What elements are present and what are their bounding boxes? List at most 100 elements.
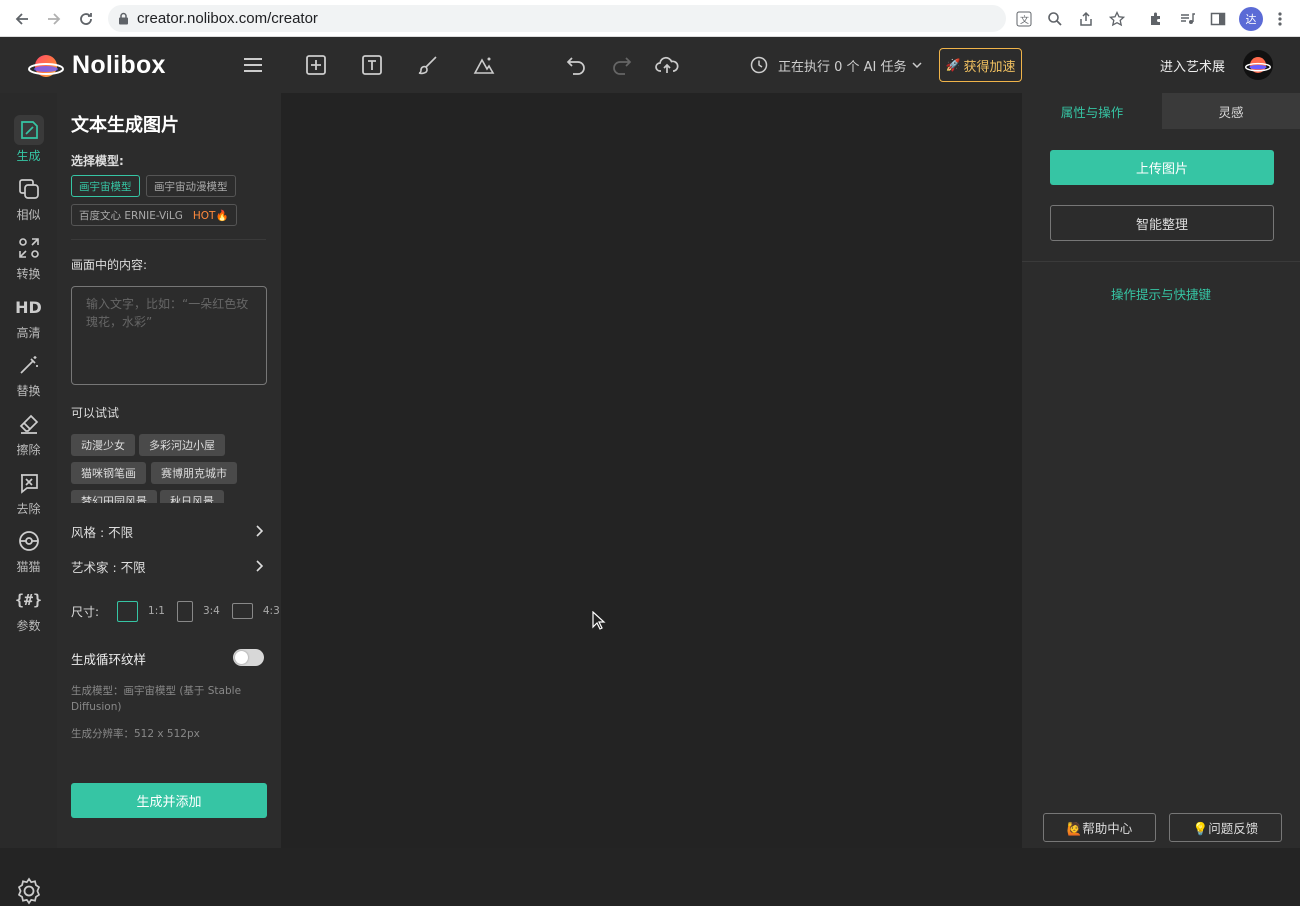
- loop-pattern-label: 生成循环纹样: [71, 652, 147, 667]
- rail-item-replace[interactable]: 替换: [0, 350, 57, 408]
- try-label: 可以试试: [71, 406, 120, 420]
- model-option-ernie[interactable]: 百度文心 ERNIE-ViLG HOT🔥: [71, 204, 237, 226]
- back-icon[interactable]: [12, 9, 32, 29]
- browser-toolbar: creator.nolibox.com/creator 文 达: [0, 0, 1300, 37]
- right-tabs: 属性与操作 灵感: [1022, 93, 1300, 129]
- style-selector[interactable]: 风格 : 不限: [71, 520, 263, 542]
- model-option-huayuzhou[interactable]: 画宇宙模型: [71, 175, 140, 197]
- rocket-icon: 🚀: [945, 58, 961, 72]
- chevron-right-icon: [256, 560, 263, 572]
- reload-icon[interactable]: [76, 9, 96, 29]
- suggestion-list: 动漫少女 多彩河边小屋 猫咪钢笔画 赛博朋克城市 梦幻田园风景 秋日风景: [71, 433, 271, 503]
- image-tool-icon[interactable]: [472, 53, 496, 77]
- magic-wand-icon: [14, 350, 44, 380]
- suggestion-chip[interactable]: 赛博朋克城市: [151, 462, 237, 484]
- model-label: 选择模型:: [71, 154, 124, 168]
- shortcuts-link[interactable]: 操作提示与快捷键: [1022, 284, 1300, 303]
- zoom-icon[interactable]: [1045, 9, 1065, 29]
- address-bar[interactable]: creator.nolibox.com/creator: [108, 5, 1006, 32]
- star-icon[interactable]: [1107, 9, 1127, 29]
- cat-icon: [14, 526, 44, 556]
- panel-title: 文本生成图片: [71, 115, 179, 136]
- eraser-icon: [14, 409, 44, 439]
- redo-icon[interactable]: [610, 53, 634, 77]
- sidepanel-icon[interactable]: [1208, 9, 1228, 29]
- artist-selector[interactable]: 艺术家 : 不限: [71, 555, 263, 577]
- rail-item-transform[interactable]: 转换: [0, 233, 57, 291]
- chevron-down-icon: [912, 62, 922, 69]
- suggestion-chip[interactable]: 动漫少女: [71, 434, 135, 456]
- exhibit-link[interactable]: 进入艺术展: [1160, 56, 1225, 75]
- rail-item-generate[interactable]: 生成: [0, 115, 57, 173]
- smart-organize-button[interactable]: 智能整理: [1050, 205, 1274, 241]
- suggestion-chip[interactable]: 猫咪钢笔画: [71, 462, 146, 484]
- app-name: Nolibox: [72, 51, 166, 79]
- rail-item-cat[interactable]: 猫猫: [0, 526, 57, 584]
- tool-rail: 生成 相似 转换 HD 高清 替换 擦除 去除 猫猫 {#} 参数: [0, 93, 57, 905]
- profile-avatar[interactable]: 达: [1239, 7, 1263, 31]
- feedback-button[interactable]: 💡问题反馈: [1169, 813, 1282, 842]
- tab-inspiration[interactable]: 灵感: [1162, 93, 1300, 129]
- add-frame-icon[interactable]: [304, 53, 328, 77]
- hamburger-menu-icon[interactable]: [241, 53, 265, 77]
- extensions-icon[interactable]: [1146, 9, 1166, 29]
- size-square-option[interactable]: [117, 600, 139, 622]
- clock-icon: [750, 56, 768, 74]
- upload-image-button[interactable]: 上传图片: [1050, 150, 1274, 185]
- kebab-menu-icon[interactable]: [1270, 9, 1290, 29]
- suggestion-chip[interactable]: 梦幻田园风景: [71, 490, 157, 503]
- size-label: 尺寸:: [71, 604, 100, 619]
- resolution-info: 生成分辨率：512 x 512px: [71, 728, 200, 740]
- lock-icon: [119, 12, 128, 25]
- media-icon[interactable]: [1177, 9, 1197, 29]
- svg-text:文: 文: [1020, 14, 1029, 26]
- logo-icon: [28, 54, 64, 77]
- size-landscape-option[interactable]: [231, 603, 253, 619]
- user-avatar[interactable]: [1243, 50, 1273, 80]
- model-info: 生成模型：画宇宙模型 (基于 Stable Diffusion): [71, 685, 242, 713]
- rail-item-hd[interactable]: HD 高清: [0, 292, 57, 350]
- prompt-input[interactable]: [71, 286, 267, 385]
- hot-badge: HOT🔥: [192, 209, 229, 222]
- copy-icon: [14, 174, 44, 204]
- loop-pattern-toggle[interactable]: [233, 649, 264, 666]
- settings-gear-icon[interactable]: [14, 876, 44, 906]
- speed-up-button[interactable]: 🚀 获得加速: [939, 48, 1022, 82]
- logo[interactable]: Nolibox: [28, 51, 166, 80]
- brush-tool-icon[interactable]: [416, 53, 440, 77]
- suggestion-chip[interactable]: 多彩河边小屋: [139, 434, 225, 456]
- share-icon[interactable]: [1076, 9, 1096, 29]
- model-option-anime[interactable]: 画宇宙动漫模型: [146, 175, 236, 197]
- remove-icon: [14, 468, 44, 498]
- help-center-button[interactable]: 🙋帮助中心: [1043, 813, 1156, 842]
- divider: [71, 239, 266, 240]
- task-status[interactable]: 正在执行 0 个 AI 任务: [750, 54, 922, 76]
- translate-icon[interactable]: 文: [1014, 9, 1034, 29]
- tab-properties[interactable]: 属性与操作: [1022, 93, 1162, 129]
- app-header: Nolibox 正在执行 0 个 AI 任务 🚀 获得加速 进入艺术展: [0, 37, 1300, 93]
- generate-panel: 文本生成图片 选择模型: 画宇宙模型 画宇宙动漫模型 百度文心 ERNIE-Vi…: [57, 93, 281, 848]
- cloud-upload-icon[interactable]: [655, 53, 679, 77]
- size-portrait-option[interactable]: [176, 600, 193, 622]
- task-status-text: 正在执行 0 个 AI 任务: [778, 59, 907, 75]
- generate-button[interactable]: 生成并添加: [71, 783, 267, 818]
- speed-up-label: 获得加速: [963, 59, 1016, 75]
- rail-item-erase[interactable]: 擦除: [0, 409, 57, 467]
- chevron-right-icon: [256, 525, 263, 537]
- drawing-canvas[interactable]: [281, 93, 1022, 848]
- params-icon: {#}: [14, 591, 43, 609]
- text-tool-icon[interactable]: [360, 53, 384, 77]
- rail-item-similar[interactable]: 相似: [0, 174, 57, 232]
- divider: [1022, 261, 1300, 262]
- hd-icon: HD: [15, 297, 42, 317]
- suggestion-chip[interactable]: 秋日风景: [160, 490, 224, 503]
- undo-icon[interactable]: [564, 53, 588, 77]
- size-selector: 尺寸: 1:1 3:4 4:3: [71, 600, 280, 622]
- properties-panel: 属性与操作 灵感 上传图片 智能整理 操作提示与快捷键 🙋帮助中心 💡问题反馈: [1022, 93, 1300, 848]
- brush-icon: [13, 115, 44, 145]
- rail-item-params[interactable]: {#} 参数: [0, 585, 57, 643]
- forward-icon[interactable]: [44, 9, 64, 29]
- url-text: creator.nolibox.com/creator: [137, 10, 318, 27]
- content-label: 画面中的内容:: [71, 258, 148, 272]
- rail-item-remove[interactable]: 去除: [0, 468, 57, 526]
